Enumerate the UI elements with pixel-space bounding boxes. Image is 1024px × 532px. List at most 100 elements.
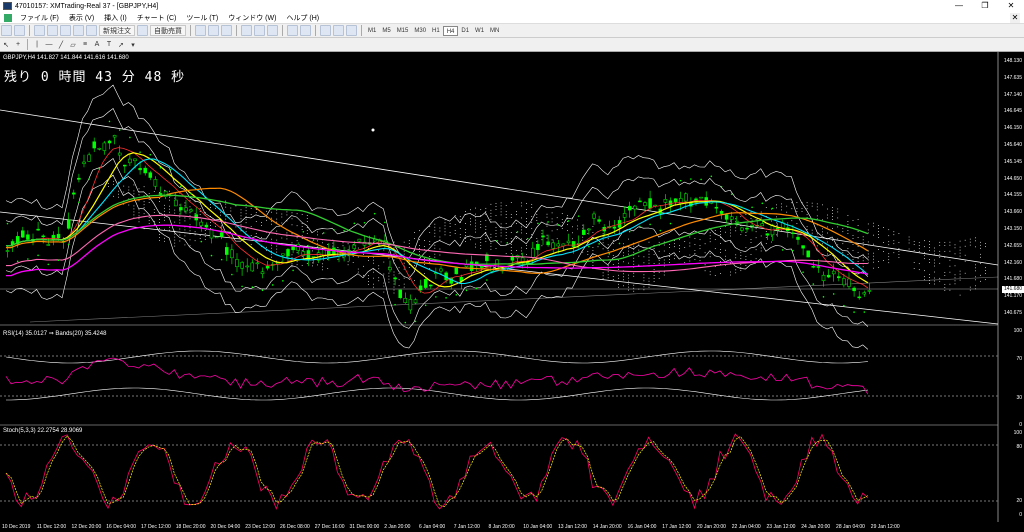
ichimoku-cloud-dot — [291, 263, 293, 265]
arrow-icon[interactable]: ➚ — [116, 39, 126, 50]
toolbar-separator — [361, 25, 362, 36]
timeframe-m15[interactable]: M15 — [394, 26, 412, 36]
ichimoku-cloud-dot — [612, 279, 614, 280]
horizontal-line-icon[interactable]: — — [44, 39, 54, 50]
menu-help[interactable]: ヘルプ (H) — [281, 13, 324, 23]
ichimoku-cloud-dot — [490, 212, 492, 214]
timeframe-h4[interactable]: H4 — [442, 25, 459, 36]
channel-icon[interactable]: ▱ — [68, 39, 78, 50]
ichimoku-cloud-dot — [378, 244, 380, 246]
maximize-button[interactable]: ❐ — [972, 0, 998, 12]
ichimoku-cloud-dot — [276, 245, 278, 247]
data-window-icon[interactable] — [47, 25, 58, 36]
zoom-out-icon[interactable] — [254, 25, 265, 36]
ichimoku-cloud-dot — [725, 258, 726, 260]
menu-chart[interactable]: チャート (C) — [132, 13, 182, 23]
navigator-icon[interactable] — [60, 25, 71, 36]
menu-view[interactable]: 表示 (V) — [64, 13, 99, 23]
minimize-button[interactable]: — — [946, 0, 972, 12]
timeframe-m30[interactable]: M30 — [411, 26, 429, 36]
close-button[interactable]: ✕ — [998, 0, 1024, 12]
menu-tools[interactable]: ツール (T) — [181, 13, 223, 23]
ichimoku-cloud-dot — [735, 269, 737, 271]
price-chart-canvas[interactable] — [0, 52, 1024, 532]
ichimoku-cloud-dot — [658, 250, 660, 252]
cursor-icon[interactable]: ↖ — [1, 39, 11, 50]
timeframe-mn[interactable]: MN — [487, 26, 502, 36]
timeframe-m1[interactable]: M1 — [365, 26, 379, 36]
ichimoku-cloud-dot — [516, 211, 517, 212]
bar-chart-icon[interactable] — [195, 25, 206, 36]
zoom-in-icon[interactable] — [241, 25, 252, 36]
ichimoku-cloud-dot — [612, 249, 614, 250]
metaeditor-icon[interactable] — [137, 25, 148, 36]
ichimoku-cloud-dot — [873, 225, 874, 227]
ichimoku-cloud-dot — [419, 239, 420, 241]
ichimoku-cloud-dot — [526, 245, 527, 246]
ichimoku-cloud-dot — [143, 201, 145, 203]
line-chart-icon[interactable] — [221, 25, 232, 36]
ichimoku-cloud-dot — [857, 258, 859, 260]
parabolic-sar-dot — [761, 202, 764, 205]
ichimoku-cloud-dot — [526, 233, 527, 234]
text-tool-icon[interactable]: A — [92, 39, 102, 50]
arrow-dropdown-icon[interactable]: ▾ — [128, 39, 138, 50]
ichimoku-cloud-dot — [827, 232, 828, 234]
menu-file[interactable]: ファイル (F) — [15, 13, 64, 23]
timeframe-h1[interactable]: H1 — [429, 26, 443, 36]
ichimoku-cloud-dot — [465, 238, 466, 239]
ichimoku-cloud-dot — [373, 286, 374, 288]
parabolic-sar-dot — [792, 249, 794, 252]
time-axis-label: 13 Jan 12:00 — [558, 524, 587, 530]
timeframe-d1[interactable]: D1 — [458, 26, 472, 36]
tile-windows-icon[interactable] — [267, 25, 278, 36]
templates-icon[interactable] — [346, 25, 357, 36]
ichimoku-cloud-dot — [924, 258, 925, 260]
ichimoku-cloud-dot — [847, 221, 849, 222]
bear-candle — [26, 234, 30, 240]
ichimoku-cloud-dot — [944, 289, 946, 291]
chart-document-icon[interactable] — [4, 13, 12, 22]
ichimoku-cloud-dot — [138, 221, 140, 223]
ichimoku-cloud-dot — [143, 228, 145, 230]
bull-candle — [112, 135, 117, 138]
ichimoku-cloud-dot — [179, 213, 181, 215]
menu-insert[interactable]: 挿入 (I) — [99, 13, 132, 23]
ichimoku-cloud-dot — [740, 270, 742, 272]
new-order-button[interactable]: 新規注文 — [99, 25, 135, 36]
vertical-line-icon[interactable]: | — [32, 39, 42, 50]
auto-trading-button[interactable]: 自動売買 — [150, 25, 186, 36]
auto-scroll-icon[interactable] — [287, 25, 298, 36]
terminal-icon[interactable] — [73, 25, 84, 36]
new-chart-icon[interactable] — [1, 25, 12, 36]
candlestick-icon[interactable] — [208, 25, 219, 36]
ichimoku-cloud-dot — [138, 194, 140, 196]
market-watch-icon[interactable] — [34, 25, 45, 36]
periods-icon[interactable] — [333, 25, 344, 36]
profiles-icon[interactable] — [14, 25, 25, 36]
ichimoku-cloud-dot — [179, 204, 181, 206]
menu-window[interactable]: ウィンドウ (W) — [223, 13, 281, 23]
window-title: 47010157: XMTrading-Real 37 - [GBPJPY,H4… — [15, 2, 159, 10]
ichimoku-cloud-dot — [408, 246, 410, 247]
chart-shift-icon[interactable] — [300, 25, 311, 36]
ichimoku-cloud-dot — [623, 285, 624, 287]
ichimoku-cloud-dot — [245, 231, 247, 233]
trendline-icon[interactable]: ╱ — [56, 39, 66, 50]
timeframe-m5[interactable]: M5 — [379, 26, 393, 36]
chart-close-icon[interactable]: ✕ — [1010, 13, 1020, 23]
text-label-icon[interactable]: T — [104, 39, 114, 50]
ichimoku-cloud-dot — [143, 204, 145, 206]
ichimoku-cloud-dot — [888, 256, 890, 258]
ichimoku-cloud-dot — [567, 221, 568, 223]
timeframe-w1[interactable]: W1 — [472, 26, 487, 36]
crosshair-icon[interactable]: + — [13, 39, 23, 50]
chart-window[interactable]: GBPJPY,H4 141.827 141.844 141.616 141.68… — [0, 52, 1024, 532]
strategy-tester-icon[interactable] — [86, 25, 97, 36]
indicators-icon[interactable] — [320, 25, 331, 36]
fibonacci-icon[interactable]: ≡ — [80, 39, 90, 50]
ichimoku-cloud-dot — [378, 250, 380, 252]
ichimoku-cloud-dot — [628, 274, 629, 276]
ichimoku-cloud-dot — [245, 210, 247, 212]
ichimoku-cloud-dot — [725, 249, 726, 251]
